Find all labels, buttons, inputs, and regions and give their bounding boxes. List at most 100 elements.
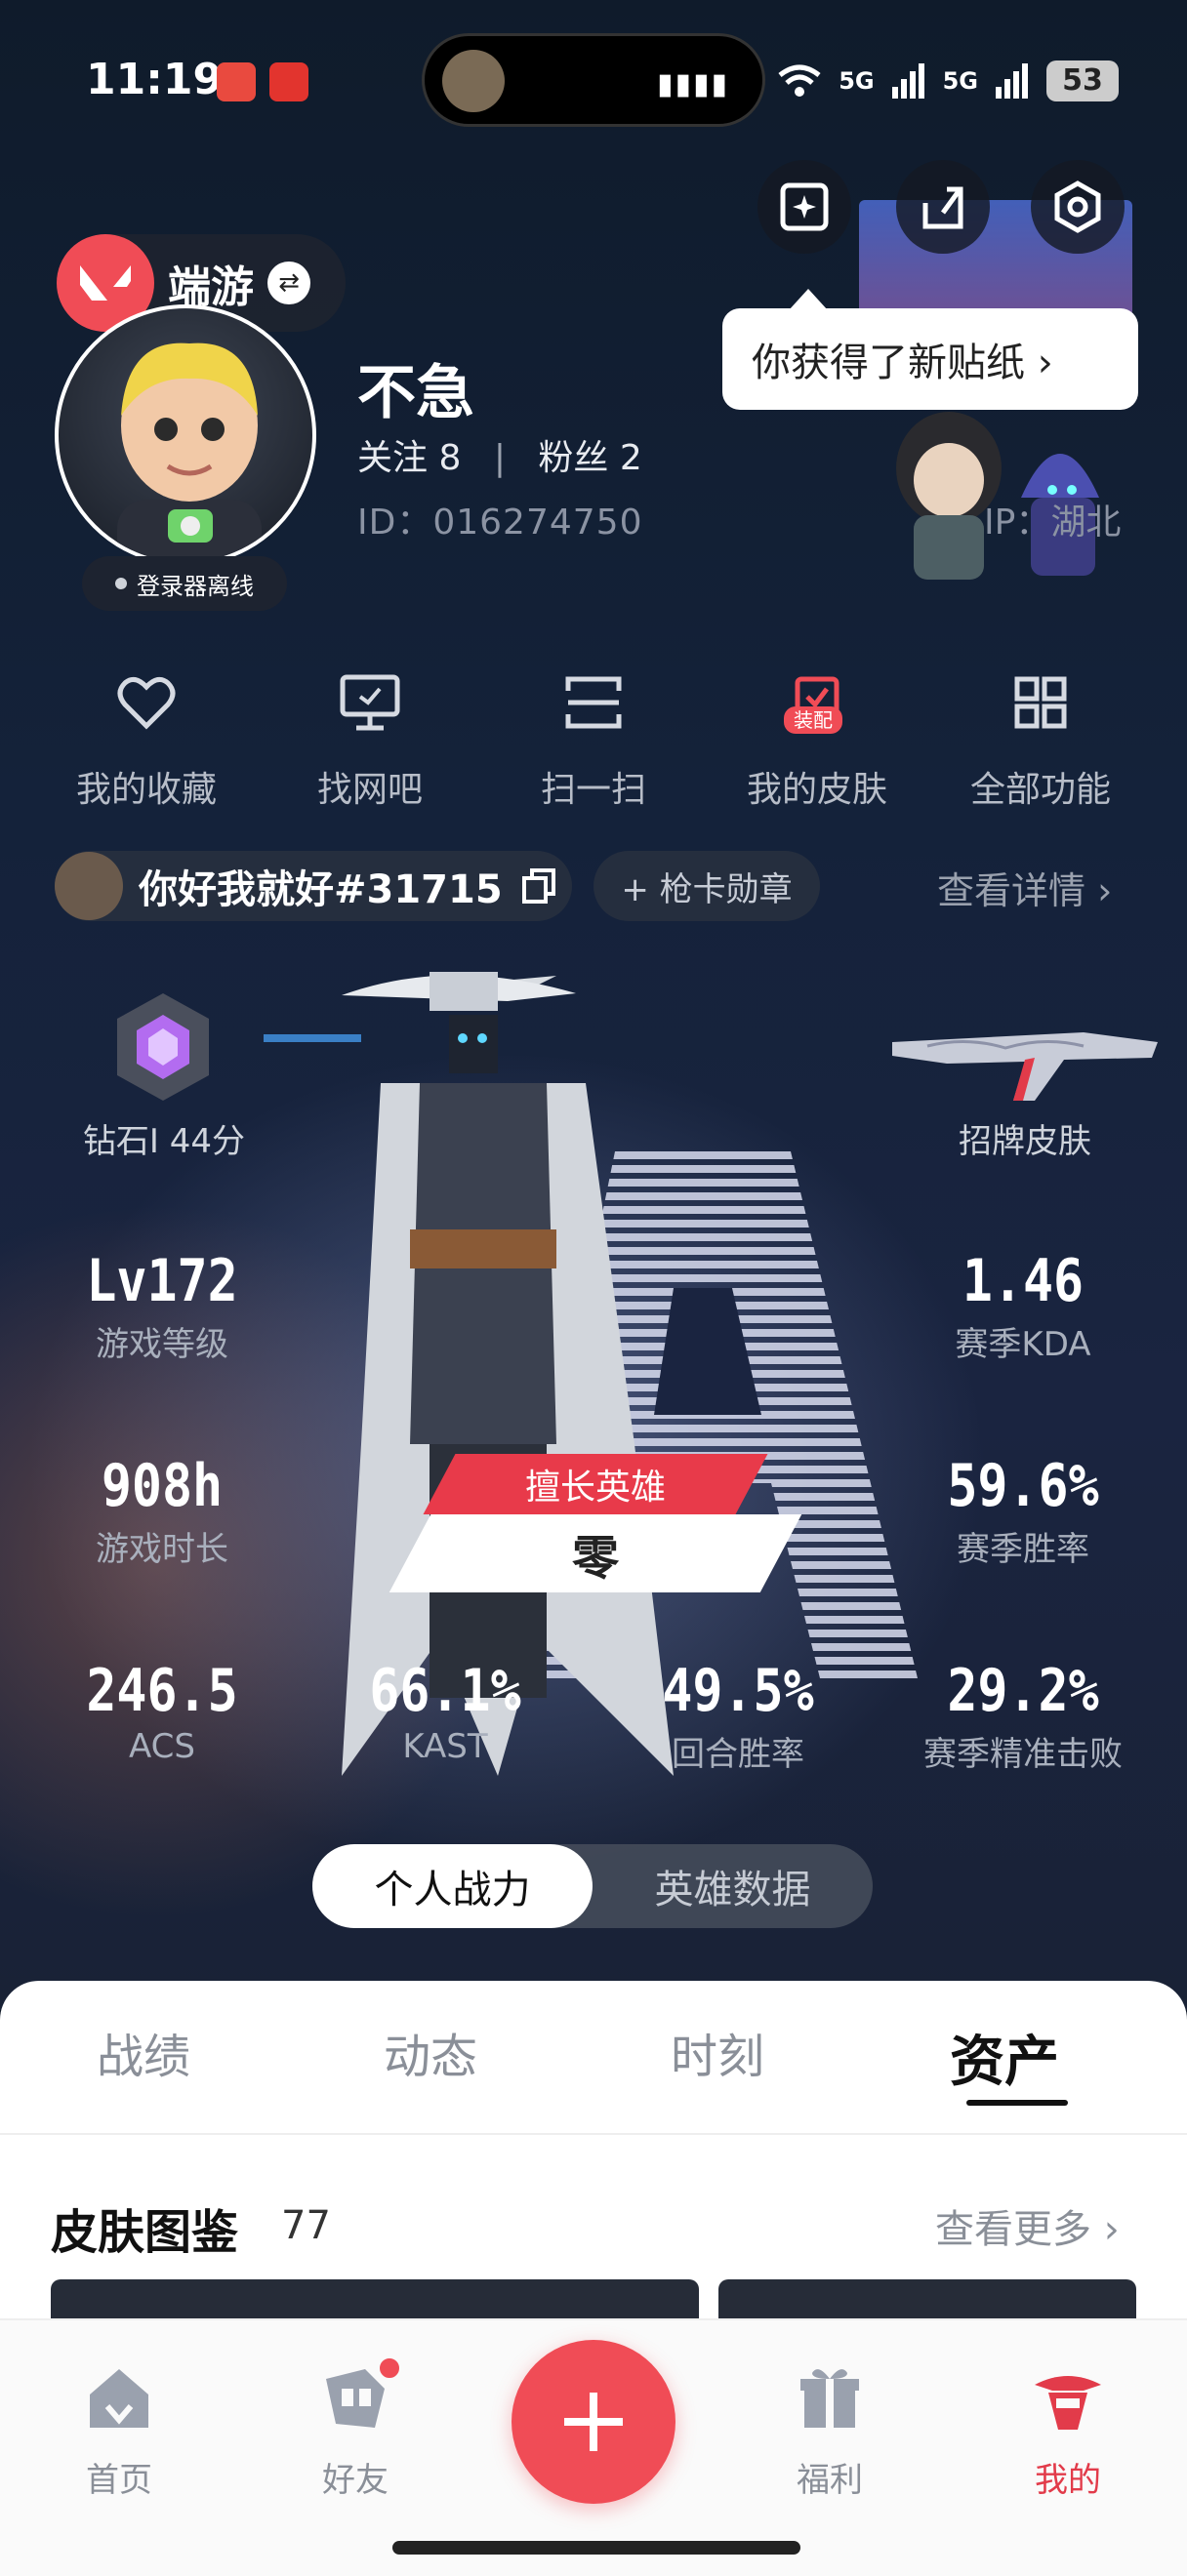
stat-hours: 908h 游戏时长 bbox=[35, 1452, 289, 1570]
stat-label: 赛季胜率 bbox=[957, 1530, 1089, 1569]
sticker-icon bbox=[780, 182, 829, 231]
follow-stats[interactable]: 关注 8 | 粉丝 2 bbox=[357, 429, 642, 480]
profile-agent-icon bbox=[1035, 2376, 1101, 2430]
battery-indicator: 53 bbox=[1046, 60, 1119, 101]
share-button[interactable] bbox=[896, 160, 990, 254]
best-agent-name: 零 bbox=[571, 1531, 619, 1586]
nav-mine[interactable]: 我的 bbox=[990, 2359, 1146, 2501]
quick-menu: 我的收藏 找网吧 扫一扫 装配 我的皮肤 全部功能 bbox=[39, 664, 1148, 812]
monitor-icon bbox=[331, 664, 409, 742]
signal-icon-2 bbox=[996, 63, 1028, 99]
now-playing-artwork bbox=[442, 50, 505, 112]
new-sticker-tooltip[interactable]: 你获得了新贴纸 › bbox=[722, 308, 1138, 410]
settings-button[interactable] bbox=[1031, 160, 1125, 254]
menu-scan[interactable]: 扫一扫 bbox=[486, 664, 701, 812]
fans-label[interactable]: 粉丝 bbox=[538, 438, 608, 478]
network-label: 5G bbox=[839, 67, 875, 95]
stat-label: 回合胜率 bbox=[672, 1735, 804, 1774]
stat-round-winrate: 49.5% 回合胜率 bbox=[611, 1657, 865, 1775]
skins-section-title: 皮肤图鉴 bbox=[51, 2205, 239, 2260]
diamond-rank-icon bbox=[117, 993, 209, 1101]
menu-label: 找网吧 bbox=[316, 770, 423, 810]
nav-friends[interactable]: 好友 bbox=[277, 2355, 433, 2501]
view-more-link[interactable]: 查看更多 › bbox=[935, 2197, 1120, 2254]
copy-icon[interactable] bbox=[520, 866, 559, 906]
profile-hero: 11:19 ▮▮▮▮ 5G 5G 53 你获得了新贴纸 › 端游 ⇄ 登录器离线… bbox=[0, 0, 1187, 2010]
chibi-characters-decoration bbox=[896, 412, 1099, 580]
tooltip-arrow bbox=[789, 289, 828, 310]
equip-badge: 装配 bbox=[784, 706, 842, 734]
skin-icon: 装配 bbox=[778, 664, 856, 742]
stat-value: 1.46 bbox=[962, 1247, 1085, 1315]
wifi-icon bbox=[778, 64, 821, 97]
settings-hex-icon bbox=[1054, 181, 1101, 233]
skins-count: 77 bbox=[281, 2203, 331, 2248]
menu-favorites[interactable]: 我的收藏 bbox=[39, 664, 254, 812]
tab-moments[interactable]: 时刻 bbox=[574, 2018, 861, 2097]
user-id: ID：016274750 bbox=[357, 503, 643, 543]
menu-label: 全部功能 bbox=[969, 770, 1111, 810]
menu-find-cafe[interactable]: 找网吧 bbox=[263, 664, 477, 812]
active-tab-indicator bbox=[966, 2100, 1068, 2106]
tab-divider bbox=[0, 2133, 1187, 2135]
tab-assets[interactable]: 资产 bbox=[861, 2018, 1148, 2097]
status-indicators: 5G 5G 53 bbox=[778, 60, 1119, 101]
stat-headshot: 29.2% 赛季精准击败 bbox=[896, 1657, 1150, 1775]
stat-label: ACS bbox=[129, 1727, 195, 1766]
rank-label: 钻石I 44分 bbox=[82, 1122, 246, 1161]
tab-feed[interactable]: 动态 bbox=[287, 2018, 574, 2097]
menu-all-functions[interactable]: 全部功能 bbox=[933, 664, 1148, 812]
audio-wave-icon: ▮▮▮▮ bbox=[656, 67, 729, 101]
username: 不急 bbox=[357, 359, 474, 427]
offline-dot bbox=[115, 578, 127, 589]
card-medal-button[interactable]: + 枪卡勋章 bbox=[594, 851, 820, 921]
plus-icon bbox=[564, 2393, 623, 2451]
toggle-personal[interactable]: 个人战力 bbox=[312, 1844, 593, 1928]
stat-value: Lv172 bbox=[86, 1247, 238, 1315]
stat-level: Lv172 游戏等级 bbox=[35, 1247, 289, 1365]
menu-label: 我的皮肤 bbox=[746, 770, 887, 810]
nav-label: 首页 bbox=[86, 2461, 152, 2500]
create-post-button[interactable] bbox=[512, 2340, 675, 2504]
status-time: 11:19 bbox=[86, 55, 224, 104]
stat-value: 49.5% bbox=[662, 1657, 814, 1725]
stat-label: 赛季精准击败 bbox=[923, 1735, 1123, 1774]
view-details-link[interactable]: 查看详情 › bbox=[937, 861, 1112, 914]
nav-label: 好友 bbox=[322, 2461, 389, 2500]
stat-label: KAST bbox=[402, 1727, 488, 1766]
riot-id: 你好我就好#31715 bbox=[139, 867, 503, 912]
app-notification-icon-2 bbox=[269, 62, 308, 101]
stat-value: 29.2% bbox=[947, 1657, 1099, 1725]
signal-icon bbox=[891, 63, 924, 99]
profile-tabs: 战绩 动态 时刻 资产 bbox=[0, 2018, 1187, 2097]
sticker-button[interactable] bbox=[757, 160, 851, 254]
menu-my-skins[interactable]: 装配 我的皮肤 bbox=[710, 664, 924, 812]
follow-label[interactable]: 关注 bbox=[357, 438, 428, 478]
launcher-status-label: 登录器离线 bbox=[137, 572, 254, 600]
stat-label: 赛季KDA bbox=[955, 1325, 1091, 1364]
stat-label: 游戏等级 bbox=[96, 1325, 228, 1364]
menu-label: 我的收藏 bbox=[75, 770, 217, 810]
fans-count[interactable]: 2 bbox=[620, 438, 642, 478]
riot-id-pill[interactable]: 你好我就好#31715 bbox=[55, 851, 572, 921]
toggle-agent-data[interactable]: 英雄数据 bbox=[593, 1844, 873, 1928]
nav-home[interactable]: 首页 bbox=[41, 2359, 197, 2501]
signature-skin-image[interactable] bbox=[888, 1003, 1162, 1110]
scan-icon bbox=[554, 664, 633, 742]
follow-count[interactable]: 8 bbox=[438, 438, 461, 478]
network-label-2: 5G bbox=[942, 67, 978, 95]
home-indicator[interactable] bbox=[392, 2541, 800, 2555]
nav-label: 我的 bbox=[1035, 2461, 1101, 2500]
avatar[interactable] bbox=[55, 304, 316, 566]
stat-kda: 1.46 赛季KDA bbox=[896, 1247, 1150, 1365]
stat-value: 59.6% bbox=[947, 1452, 1099, 1520]
stat-label: 游戏时长 bbox=[96, 1530, 228, 1569]
dynamic-island[interactable]: ▮▮▮▮ bbox=[422, 33, 765, 127]
tab-records[interactable]: 战绩 bbox=[0, 2018, 287, 2097]
nav-welfare[interactable]: 福利 bbox=[752, 2359, 908, 2501]
stat-value: 246.5 bbox=[86, 1657, 238, 1725]
best-agent-label: 擅长英雄 bbox=[524, 1468, 666, 1508]
stat-value: 66.1% bbox=[369, 1657, 521, 1725]
player-card-thumbnail bbox=[55, 852, 123, 920]
swap-icon: ⇄ bbox=[267, 262, 310, 304]
